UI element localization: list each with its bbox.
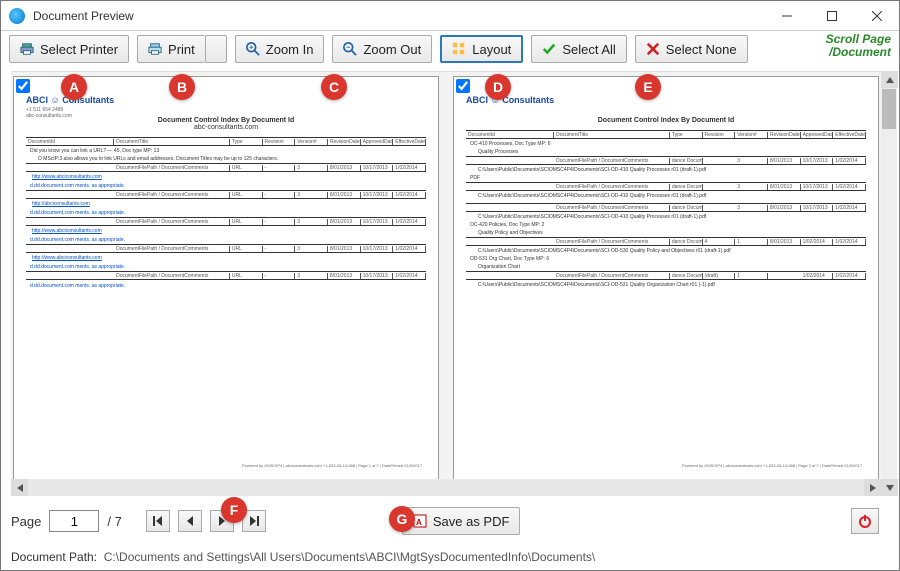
scroll-down-icon[interactable] (881, 479, 898, 496)
zoom-in-icon (246, 42, 260, 56)
select-all-label: Select All (562, 42, 615, 57)
preview-page-2[interactable]: ABCI ☺ Consultants Document Control Inde… (453, 76, 879, 481)
zoom-in-button[interactable]: Zoom In (235, 35, 325, 63)
vertical-scrollbar[interactable] (881, 71, 897, 496)
document-path: Document Path: C:\Documents and Settings… (11, 550, 595, 564)
callout-c: C (321, 74, 347, 100)
first-page-button[interactable] (146, 510, 170, 532)
pg1-sub: +1 511 654 2489abc-consultants.com (26, 107, 72, 119)
bottom-bar: Page / 7 A Save as PDF (11, 501, 889, 541)
window-title: Document Preview (33, 9, 764, 23)
scroll-right-icon[interactable] (864, 479, 881, 496)
preview-area: ABCI ☺ Consultants +1 511 654 2489abc-co… (11, 71, 881, 481)
document-path-label: Document Path: (11, 550, 97, 564)
save-as-pdf-button[interactable]: A Save as PDF (402, 507, 521, 535)
x-icon (646, 42, 660, 56)
zoom-out-button[interactable]: Zoom Out (332, 35, 432, 63)
layout-label: Layout (472, 42, 511, 57)
pg1-title: Document Control Index By Document Idabc… (26, 117, 426, 131)
pdf-icon: A (413, 514, 427, 528)
page-1-checkbox[interactable] (16, 79, 30, 93)
pg2-title: Document Control Index By Document Id (466, 117, 866, 124)
document-path-value: C:\Documents and Settings\All Users\Docu… (104, 550, 596, 564)
zoom-in-label: Zoom In (266, 42, 314, 57)
callout-f: F (221, 497, 247, 523)
app-icon (9, 8, 25, 24)
page-2-checkbox[interactable] (456, 79, 470, 93)
print-label: Print (168, 42, 195, 57)
select-none-button[interactable]: Select None (635, 35, 748, 63)
power-button[interactable] (851, 508, 879, 534)
prev-page-button[interactable] (178, 510, 202, 532)
titlebar: Document Preview (1, 1, 899, 31)
scroll-thumb[interactable] (882, 89, 896, 129)
layout-button[interactable]: Layout (440, 35, 523, 63)
scroll-up-icon[interactable] (881, 71, 898, 88)
printer-icon (20, 42, 34, 56)
page-label: Page (11, 514, 41, 529)
preview-page-1[interactable]: ABCI ☺ Consultants +1 511 654 2489abc-co… (13, 76, 439, 481)
pg2-logo: ABCI ☺ Consultants (466, 95, 554, 105)
select-printer-button[interactable]: Select Printer (9, 35, 129, 63)
pg2-footer: Powered by OMSCIP4 | abciconsultants.com… (682, 463, 862, 468)
maximize-button[interactable] (809, 1, 854, 31)
close-button[interactable] (854, 1, 899, 31)
scroll-left-icon[interactable] (11, 479, 28, 496)
pg1-table-header: DocumentIdDocumentTitleTypeRevisionVersi… (26, 137, 426, 146)
svg-text:A: A (416, 518, 422, 527)
check-icon (542, 42, 556, 56)
save-as-pdf-label: Save as PDF (433, 514, 510, 529)
toolbar: Select Printer Print Zoom In Zoom Out La… (1, 31, 899, 67)
select-all-button[interactable]: Select All (531, 35, 626, 63)
select-none-label: Select None (666, 42, 737, 57)
page-total: / 7 (107, 514, 121, 529)
callout-g: G (389, 506, 415, 532)
horizontal-scrollbar[interactable] (11, 479, 881, 496)
callout-b: B (169, 74, 195, 100)
print-split-button[interactable]: Print (137, 35, 227, 63)
layout-icon (452, 42, 466, 56)
callout-e: E (635, 74, 661, 100)
callout-d: D (485, 74, 511, 100)
zoom-out-label: Zoom Out (363, 42, 421, 57)
callout-a: A (61, 74, 87, 100)
minimize-button[interactable] (764, 1, 809, 31)
page-number-input[interactable] (49, 510, 99, 532)
print-icon (148, 42, 162, 56)
select-printer-label: Select Printer (40, 42, 118, 57)
pg1-footer: Powered by OMSCIP4 | abciconsultants.com… (242, 463, 422, 468)
zoom-out-icon (343, 42, 357, 56)
print-dropdown-arrow[interactable] (205, 35, 227, 63)
scroll-hint: Scroll Page/Document (826, 33, 891, 59)
